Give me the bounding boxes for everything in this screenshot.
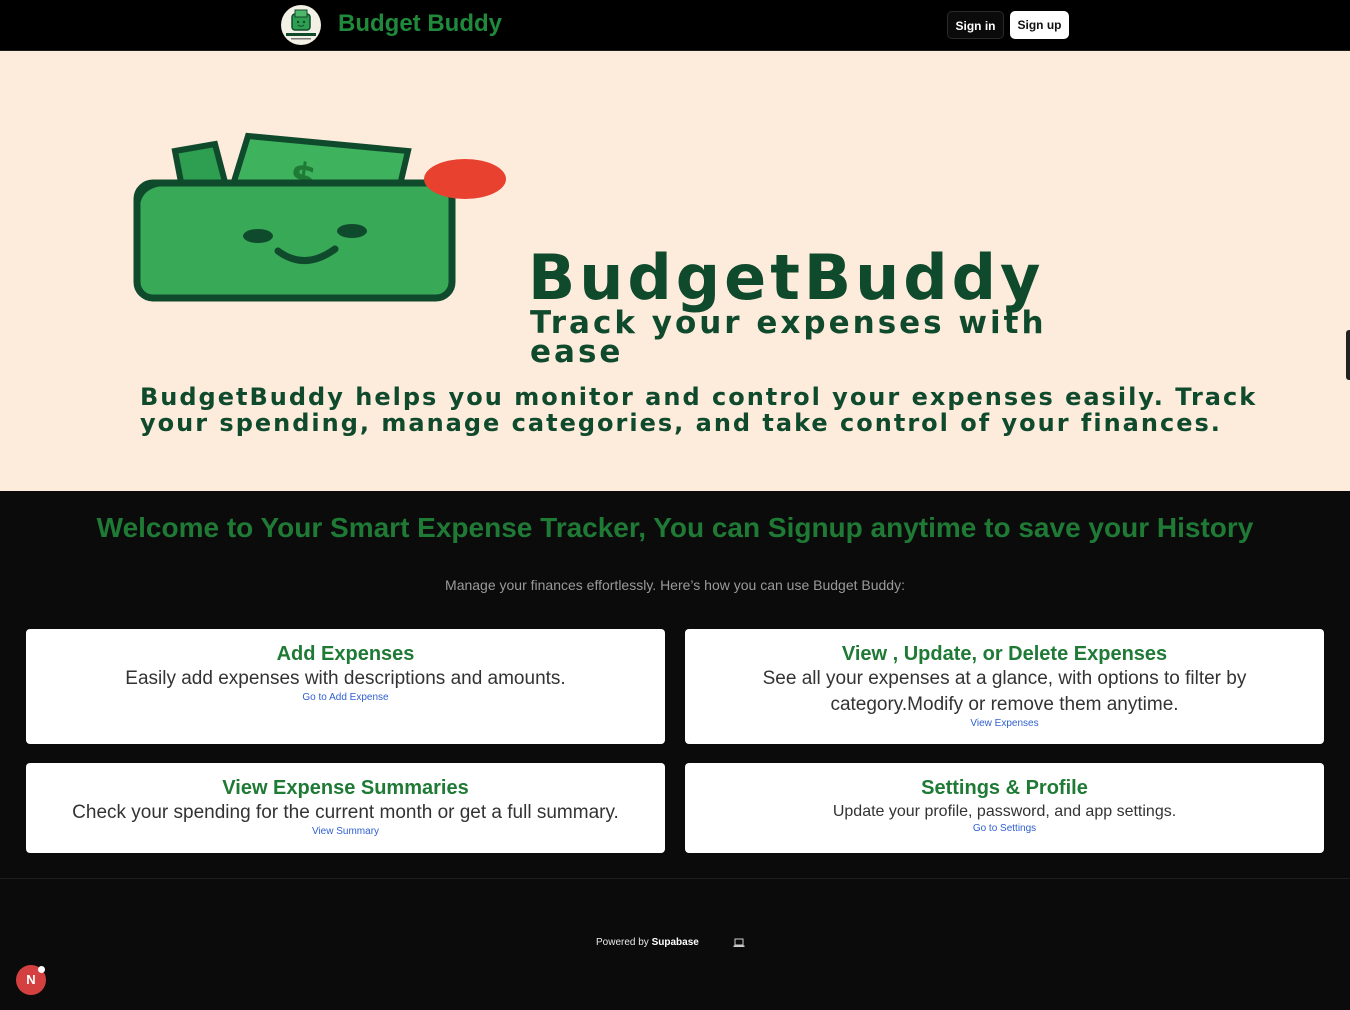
brand-name[interactable]: Budget Buddy: [338, 10, 502, 38]
card-title: Add Expenses: [276, 643, 415, 665]
carousel-edge-handle[interactable]: [1346, 330, 1350, 380]
add-expense-link[interactable]: Go to Add Expense: [26, 692, 665, 704]
sign-up-button[interactable]: Sign up: [1010, 11, 1069, 39]
go-to-settings-link[interactable]: Go to Settings: [685, 823, 1324, 835]
top-navbar: Budget Buddy Sign in Sign up: [0, 0, 1350, 51]
hero-tagline: Track your expenses with ease: [530, 305, 1047, 370]
laptop-icon[interactable]: [733, 938, 745, 948]
wallet-logo-icon: [286, 9, 316, 40]
view-expenses-link[interactable]: View Expenses: [685, 718, 1324, 730]
add-expenses-card: Add Expenses Easily add expenses with de…: [26, 629, 665, 744]
summaries-card: View Expense Summaries Check your spendi…: [26, 763, 665, 853]
supabase-link[interactable]: Supabase: [652, 937, 699, 948]
powered-prefix: Powered by: [596, 937, 649, 948]
hero-banner: $ BudgetBuddy Track your expenses with e…: [0, 51, 1350, 491]
hero-title: BudgetBuddy: [528, 241, 1045, 314]
footer-divider: [0, 878, 1350, 879]
card-description: Update your profile, password, and app s…: [832, 803, 1177, 820]
card-title: Settings & Profile: [921, 777, 1088, 799]
manage-expenses-card: View , Update, or Delete Expenses See al…: [685, 629, 1324, 744]
card-description: See all your expenses at a glance, with …: [762, 668, 1247, 715]
badge-indicator-dot: [38, 966, 45, 973]
card-title: View Expense Summaries: [222, 777, 469, 799]
card-description: Easily add expenses with descriptions an…: [125, 668, 566, 689]
welcome-subtext: Manage your finances effortlessly. Here’…: [445, 577, 905, 593]
view-summary-link[interactable]: View Summary: [26, 826, 665, 838]
hero-description: BudgetBuddy helps you monitor and contro…: [140, 383, 1258, 437]
settings-card: Settings & Profile Update your profile, …: [685, 763, 1324, 853]
powered-by-text: Powered by Supabase: [596, 937, 699, 948]
welcome-heading: Welcome to Your Smart Expense Tracker, Y…: [96, 512, 1254, 543]
sign-in-button[interactable]: Sign in: [947, 11, 1004, 39]
smiling-wallet-icon: $: [133, 132, 506, 302]
brand-logo[interactable]: [281, 5, 321, 45]
card-description: Check your spending for the current mont…: [72, 802, 619, 823]
card-title: View , Update, or Delete Expenses: [841, 643, 1168, 665]
